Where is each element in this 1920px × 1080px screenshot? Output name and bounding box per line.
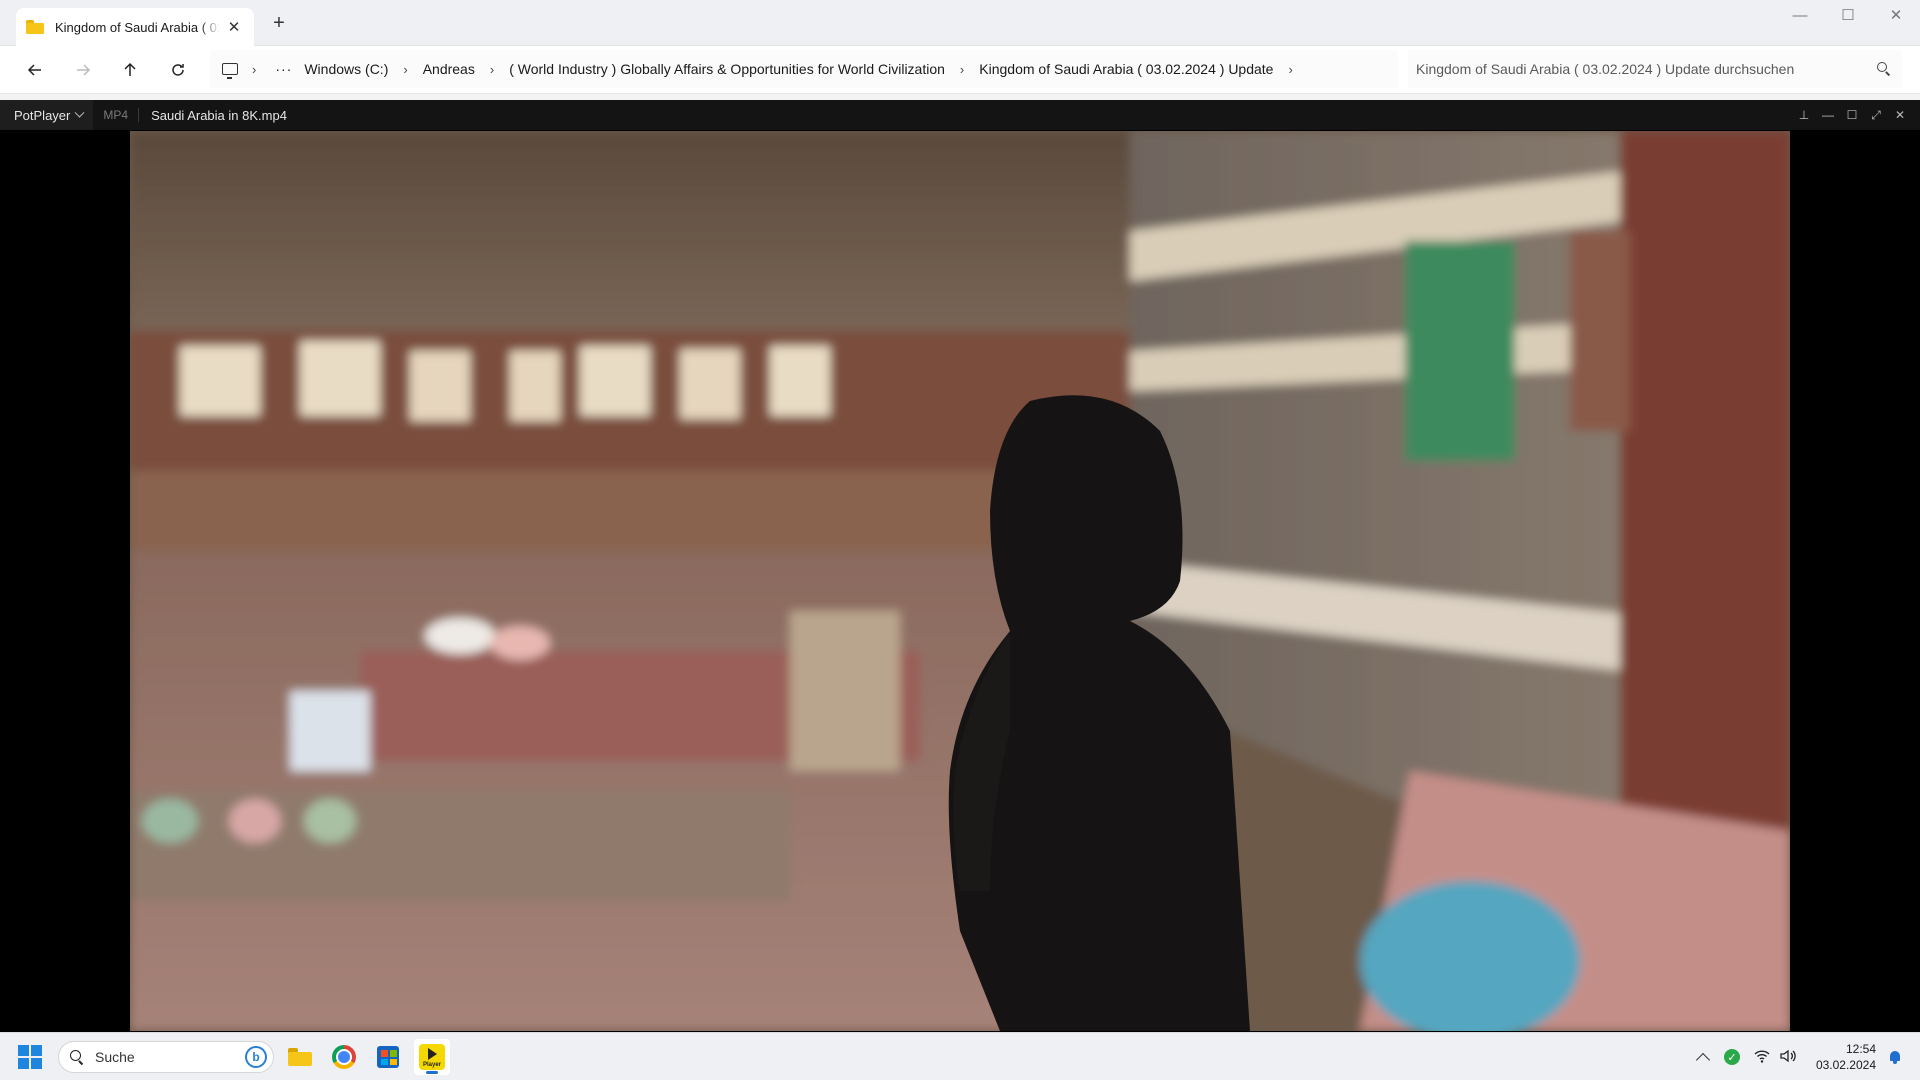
tab-title: Kingdom of Saudi Arabia ( 03.02.2024 ) U… [55, 19, 220, 35]
chrome-icon [332, 1045, 356, 1069]
minimize-button[interactable]: — [1776, 0, 1824, 30]
clock[interactable]: 12:54 03.02.2024 [1816, 1041, 1876, 1073]
taskbar: Suche b Player ✓ 12:54 03.02.2024 [0, 1032, 1920, 1080]
forward-button[interactable] [69, 56, 97, 84]
potplayer-window: PotPlayer MP4 Saudi Arabia in 8K.mp4 ⊥ —… [0, 100, 1920, 1032]
windows-start-icon[interactable] [18, 1045, 42, 1069]
close-button[interactable]: ✕ [1888, 108, 1912, 122]
chevron-right-icon[interactable]: › [1288, 62, 1292, 77]
microsoft-store-icon [377, 1046, 399, 1068]
close-tab-icon[interactable]: ✕ [224, 18, 244, 36]
clock-date: 03.02.2024 [1815, 1058, 1876, 1072]
file-explorer-taskbar-button[interactable] [282, 1039, 318, 1075]
chevron-right-icon[interactable]: › [960, 62, 964, 77]
potplayer-taskbar-button[interactable]: Player [414, 1039, 450, 1075]
window-controls: — ☐ ✕ [1776, 0, 1920, 30]
potplayer-menu-button[interactable]: PotPlayer [0, 100, 94, 130]
system-tray: ✓ 12:54 03.02.2024 [1695, 1033, 1920, 1080]
breadcrumb-item[interactable]: Kingdom of Saudi Arabia ( 03.02.2024 ) U… [979, 61, 1273, 77]
arrow-left-icon [27, 64, 41, 76]
breadcrumb-item[interactable]: Andreas [423, 61, 475, 77]
wifi-icon[interactable] [1754, 1049, 1770, 1066]
potplayer-menu-label: PotPlayer [14, 107, 71, 123]
search-icon [69, 1049, 85, 1065]
more-icon[interactable]: ··· [275, 61, 292, 77]
pin-icon[interactable]: ⊥ [1792, 108, 1816, 122]
arrow-right-icon [77, 64, 91, 76]
bing-icon[interactable]: b [245, 1046, 267, 1068]
chrome-taskbar-button[interactable] [326, 1039, 362, 1075]
file-explorer-icon [288, 1048, 312, 1066]
breadcrumb-item[interactable]: ( World Industry ) Globally Affairs & Op… [509, 61, 945, 77]
chevron-right-icon[interactable]: › [490, 62, 494, 77]
store-taskbar-button[interactable] [370, 1039, 406, 1075]
up-button[interactable] [116, 56, 144, 84]
chevron-down-icon [74, 107, 85, 118]
potplayer-icon: Player [419, 1044, 445, 1070]
taskbar-search-label: Suche [95, 1049, 135, 1065]
address-bar[interactable]: › ··· Windows (C:) › Andreas › ( World I… [210, 50, 1398, 88]
folder-icon [26, 20, 44, 34]
video-scene [130, 131, 1790, 1031]
file-format-badge: MP4 [103, 108, 140, 122]
explorer-navigation-bar: › ··· Windows (C:) › Andreas › ( World I… [0, 46, 1920, 94]
chevron-right-icon[interactable]: › [403, 62, 407, 77]
refresh-button[interactable] [164, 56, 192, 84]
potplayer-icon-label: Player [422, 1062, 441, 1068]
file-name: Saudi Arabia in 8K.mp4 [151, 107, 287, 123]
chevron-up-icon[interactable] [1695, 1052, 1711, 1068]
refresh-icon [172, 64, 184, 76]
close-window-button[interactable]: ✕ [1872, 0, 1920, 30]
explorer-tab-strip: Kingdom of Saudi Arabia ( 03.02.2024 ) U… [0, 0, 1920, 46]
potplayer-title-bar: PotPlayer MP4 Saudi Arabia in 8K.mp4 ⊥ —… [0, 100, 1920, 130]
chevron-right-icon[interactable]: › [252, 62, 256, 77]
security-shield-icon[interactable]: ✓ [1723, 1049, 1740, 1065]
minimize-button[interactable]: — [1816, 108, 1840, 122]
back-button[interactable] [21, 56, 49, 84]
video-frame[interactable] [130, 131, 1790, 1031]
new-tab-button[interactable]: + [268, 12, 290, 35]
search-icon[interactable] [1876, 61, 1892, 77]
search-input[interactable]: Kingdom of Saudi Arabia ( 03.02.2024 ) U… [1416, 61, 1876, 77]
breadcrumb-item[interactable]: Windows (C:) [304, 61, 388, 77]
arrow-up-icon [124, 62, 136, 76]
notification-bell-icon[interactable] [1888, 1050, 1902, 1064]
taskbar-search-box[interactable]: Suche b [58, 1041, 274, 1073]
volume-icon[interactable] [1780, 1049, 1798, 1066]
maximize-button[interactable]: ☐ [1840, 108, 1864, 122]
clock-time: 12:54 [1845, 1042, 1876, 1056]
player-window-controls: ⊥ — ☐ ⤢ ✕ [1792, 100, 1912, 130]
search-box[interactable]: Kingdom of Saudi Arabia ( 03.02.2024 ) U… [1408, 50, 1902, 88]
explorer-tab[interactable]: Kingdom of Saudi Arabia ( 03.02.2024 ) U… [16, 8, 254, 46]
maximize-button[interactable]: ☐ [1824, 0, 1872, 30]
fullscreen-button[interactable]: ⤢ [1864, 108, 1888, 123]
this-pc-icon [222, 63, 238, 79]
